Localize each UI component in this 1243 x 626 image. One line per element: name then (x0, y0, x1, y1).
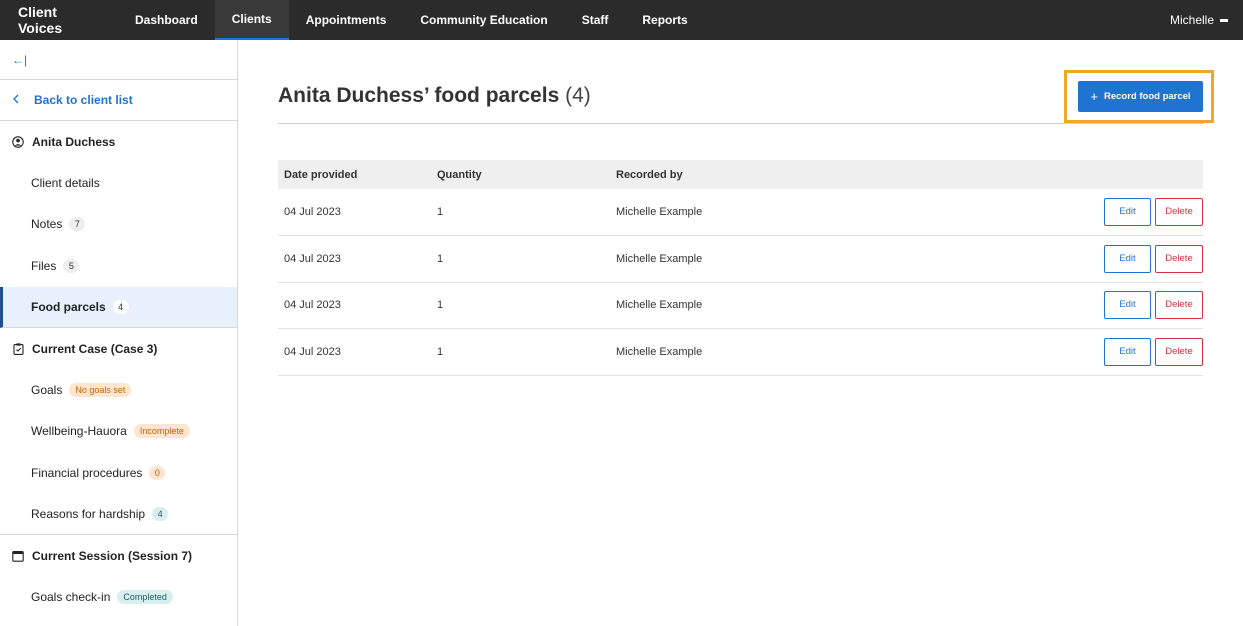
clipboard-icon (12, 342, 24, 355)
calendar-icon (12, 550, 24, 562)
edit-button[interactable]: Edit (1104, 244, 1151, 273)
cell-date: 04 Jul 2023 (284, 299, 341, 312)
sidebar-item-goals[interactable]: Goals No goals set (0, 369, 237, 411)
edit-button[interactable]: Edit (1104, 198, 1151, 226)
food-parcels-count-badge: 4 (112, 299, 129, 314)
plus-icon: + (1090, 89, 1098, 104)
user-name: Michelle (1169, 13, 1214, 27)
edit-button[interactable]: Edit (1104, 337, 1151, 366)
back-label: Back to client list (34, 93, 133, 107)
collapse-icon: ←| (12, 52, 28, 67)
sidebar-item-notes[interactable]: Notes 7 (0, 204, 237, 246)
cell-actions: Edit Delete (887, 282, 1203, 329)
sidebar-item-files[interactable]: Files 5 (0, 245, 237, 287)
user-circle-icon (12, 135, 24, 148)
edit-button[interactable]: Edit (1104, 291, 1151, 320)
sidebar-item-label: Notes (31, 217, 63, 232)
sidebar-item-label: Food parcels (31, 299, 106, 314)
page-title-text: Anita Duchess’ food parcels (278, 84, 560, 107)
delete-button[interactable]: Delete (1155, 291, 1203, 320)
cell-quantity: 1 (437, 252, 444, 265)
client-section-heading: Anita Duchess (0, 121, 237, 162)
delete-button[interactable]: Delete (1155, 244, 1203, 273)
nav-staff[interactable]: Staff (565, 0, 626, 40)
collapse-sidebar-button[interactable]: ←| (0, 40, 237, 80)
cell-actions: Edit Delete (887, 189, 1203, 236)
case-title: Current Case (Case 3) (32, 341, 158, 356)
sidebar-item-label: Wellbeing-Hauora (31, 424, 127, 439)
delete-button[interactable]: Delete (1155, 337, 1203, 366)
cell-date: 04 Jul 2023 (284, 252, 341, 265)
cell-recorded-by: Michelle Example (616, 252, 703, 265)
goals-check-in-status-badge: Completed (117, 589, 173, 604)
user-menu[interactable]: Michelle (1155, 0, 1243, 40)
notes-count-badge: 7 (69, 217, 86, 232)
table-row: 04 Jul 2023 1 Michelle Example Edit Delet… (278, 236, 1203, 283)
cell-date: 04 Jul 2023 (284, 206, 341, 218)
sidebar-item-financial-procedures[interactable]: Financial procedures 0 (0, 452, 237, 494)
files-count-badge: 5 (63, 258, 80, 273)
sidebar-item-label: Reasons for hardship (31, 506, 146, 521)
nav-appointments[interactable]: Appointments (289, 0, 404, 40)
cell-recorded-by: Michelle Example (616, 345, 703, 358)
sidebar-item-client-details[interactable]: Client details (0, 162, 237, 204)
nav-reports[interactable]: Reports (625, 0, 704, 40)
table-row: 04 Jul 2023 1 Michelle Example Edit Delet… (278, 282, 1203, 329)
nav-community-education[interactable]: Community Education (403, 0, 564, 40)
main-content: Anita Duchess’ food parcels (4) + Record… (238, 40, 1243, 626)
page-title: Anita Duchess’ food parcels (4) (278, 84, 591, 108)
sidebar-item-goals-check-in[interactable]: Goals check-in Completed (0, 576, 237, 618)
client-name: Anita Duchess (32, 134, 116, 149)
back-to-client-list-link[interactable]: Back to client list (0, 80, 237, 121)
user-menu-icon (1220, 18, 1228, 22)
header-recorded-by: Recorded by (616, 168, 683, 181)
sidebar-item-label: Files (31, 258, 57, 273)
chevron-left-icon (12, 93, 20, 107)
title-divider (278, 123, 1204, 124)
cell-actions: Edit Delete (887, 329, 1203, 376)
cell-date: 04 Jul 2023 (284, 345, 341, 358)
sidebar-item-wellbeing-hauora[interactable]: Wellbeing-Hauora Incomplete (0, 411, 237, 453)
header-quantity: Quantity (437, 168, 482, 181)
sidebar-item-label: Goals check-in (31, 589, 111, 604)
cell-quantity: 1 (437, 345, 444, 358)
sidebar-item-label: Financial procedures (31, 465, 143, 480)
cell-recorded-by: Michelle Example (616, 299, 703, 312)
reasons-count-badge: 4 (152, 506, 169, 521)
record-food-parcel-button[interactable]: + Record food parcel (1078, 81, 1203, 112)
sidebar-item-label: Goals (31, 382, 63, 397)
sidebar-item-label: Client details (31, 175, 100, 190)
sidebar-item-food-parcels[interactable]: Food parcels 4 (0, 286, 237, 328)
case-section-heading: Current Case (Case 3) (0, 328, 237, 369)
table-header-row: Date provided Quantity Recorded by (278, 160, 1203, 189)
page-title-count: (4) (565, 84, 591, 107)
sidebar-item-reasons-for-hardship[interactable]: Reasons for hardship 4 (0, 494, 237, 535)
cell-quantity: 1 (437, 299, 444, 312)
sidebar: ←| Back to client list Anita Duchess Cli… (0, 40, 238, 626)
delete-button[interactable]: Delete (1155, 198, 1203, 226)
nav-dashboard[interactable]: Dashboard (118, 0, 215, 40)
session-section-heading: Current Session (Session 7) (0, 535, 237, 576)
app-brand[interactable]: Client Voices (0, 0, 118, 40)
session-title: Current Session (Session 7) (32, 548, 193, 563)
header-date-provided: Date provided (284, 168, 358, 181)
record-food-parcel-label: Record food parcel (1104, 91, 1191, 102)
food-parcels-table: Date provided Quantity Recorded by 04 Ju… (278, 160, 1203, 376)
financial-procedures-count-badge: 0 (149, 465, 166, 480)
cell-recorded-by: Michelle Example (616, 206, 703, 218)
goals-status-badge: No goals set (69, 382, 132, 397)
table-row: 04 Jul 2023 1 Michelle Example Edit Delet… (278, 189, 1203, 236)
wellbeing-status-badge: Incomplete (133, 424, 190, 439)
cell-quantity: 1 (437, 206, 444, 218)
header-actions (887, 160, 1203, 189)
top-nav: Client Voices Dashboard Clients Appointm… (0, 0, 1243, 40)
table-row: 04 Jul 2023 1 Michelle Example Edit Delet… (278, 329, 1203, 376)
nav-clients[interactable]: Clients (214, 0, 289, 40)
cell-actions: Edit Delete (887, 236, 1203, 283)
